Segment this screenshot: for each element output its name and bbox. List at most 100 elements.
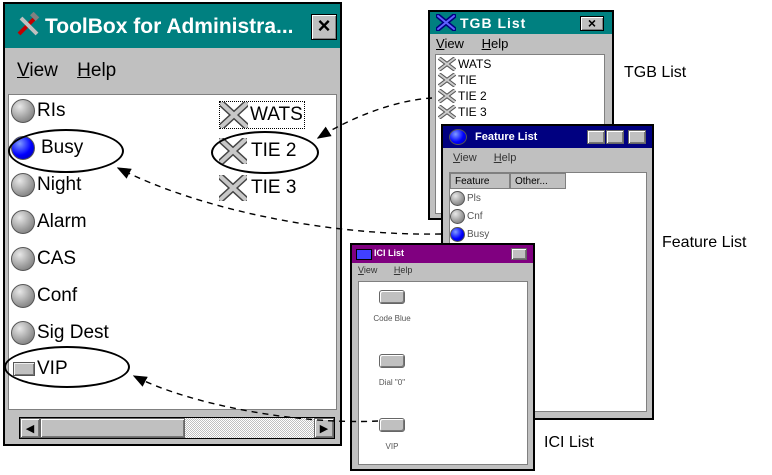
menu-help[interactable]: Help <box>77 60 116 82</box>
feature-led-icon <box>11 210 35 234</box>
close-button[interactable] <box>628 130 646 144</box>
tgb-menubar: View Help <box>436 36 612 51</box>
trunk-item-tie-3[interactable]: TIE 3 <box>217 173 297 203</box>
feature-list-item[interactable]: Busy <box>450 227 489 242</box>
feature-led-icon <box>11 173 35 197</box>
tie2-highlight-ring <box>211 131 319 174</box>
feature-led-icon <box>450 209 465 224</box>
caption-feature-list: Feature List <box>662 234 747 251</box>
feature-led-icon <box>11 99 35 123</box>
column-label: Other... <box>515 176 548 187</box>
tgb-item-label: TIE <box>458 73 477 87</box>
toolbox-menubar: View Help <box>17 60 340 82</box>
trunk-x-icon <box>437 56 457 72</box>
feature-led-icon <box>11 321 35 345</box>
tgb-item[interactable]: TIE <box>437 72 477 88</box>
trunk-item-wats[interactable]: WATS <box>218 100 305 130</box>
menu-help[interactable]: Help <box>494 152 517 164</box>
tgb-item[interactable]: TIE 3 <box>437 104 487 120</box>
column-header-feature[interactable]: Feature <box>450 173 510 189</box>
maximize-button[interactable] <box>606 130 624 144</box>
feature-item-conf[interactable]: Conf <box>11 284 77 308</box>
ici-menubar: View Help <box>358 265 533 275</box>
feature-item-ris[interactable]: RIs <box>11 99 66 123</box>
ici-button-label: VIP <box>385 442 399 451</box>
menu-help[interactable]: Help <box>394 265 413 275</box>
scroll-thumb[interactable] <box>40 418 185 438</box>
ici-button-dial-0[interactable]: Dial "0" <box>359 354 425 387</box>
tgb-item-label: TIE 3 <box>458 105 487 119</box>
menu-view[interactable]: View <box>358 265 377 275</box>
caption-ici-list: ICI List <box>544 434 594 451</box>
feature-label: Alarm <box>37 211 87 232</box>
ici-button-label: Dial "0" <box>378 378 406 387</box>
feature-list-title: Feature List <box>475 131 538 143</box>
column-header-other[interactable]: Other... <box>510 173 566 189</box>
feature-item-sig-dest[interactable]: Sig Dest <box>11 321 109 345</box>
feature-item-cas[interactable]: CAS <box>11 247 76 271</box>
toolbox-close-button[interactable]: × <box>311 14 337 40</box>
caption-tgb-list: TGB List <box>624 64 687 81</box>
tgb-title: TGB List <box>460 15 527 31</box>
feature-list-item[interactable]: Pls <box>450 191 481 206</box>
feature-list-item-label: Busy <box>467 229 490 240</box>
scroll-right-button[interactable]: ▶ <box>314 418 334 438</box>
ici-button-icon <box>379 354 405 368</box>
ici-button-vip[interactable]: VIP <box>359 418 425 451</box>
scroll-left-button[interactable]: ◀ <box>20 418 40 438</box>
feature-menubar: View Help <box>453 152 652 164</box>
menu-help[interactable]: Help <box>482 36 509 51</box>
feature-label: Night <box>37 174 82 195</box>
menu-view[interactable]: View <box>17 60 58 82</box>
trunk-x-icon <box>437 72 457 88</box>
ici-titlebar[interactable]: ICI List <box>352 245 533 263</box>
tgb-item[interactable]: WATS <box>437 56 492 72</box>
feature-led-icon <box>11 284 35 308</box>
trunk-x-icon <box>218 100 250 130</box>
ici-button-icon <box>379 290 405 304</box>
ici-list-content: Code Blue Dial "0" VIP <box>358 281 528 465</box>
feature-list-header: Feature Other... <box>450 173 566 189</box>
feature-label: Sig Dest <box>37 322 109 343</box>
tgb-item-label: WATS <box>458 57 492 71</box>
menu-view[interactable]: View <box>453 152 477 164</box>
trunk-x-icon <box>217 173 249 203</box>
ici-window-icon <box>356 249 372 260</box>
vip-highlight-ring <box>4 346 130 388</box>
feature-item-alarm[interactable]: Alarm <box>11 210 87 234</box>
trunk-label: TIE 3 <box>251 177 297 198</box>
trunk-x-icon <box>437 104 457 120</box>
feature-led-icon <box>11 247 35 271</box>
feature-item-night[interactable]: Night <box>11 173 81 197</box>
feature-label: CAS <box>37 248 77 269</box>
menu-view[interactable]: View <box>436 36 464 51</box>
trunk-label: WATS <box>250 104 303 125</box>
ici-list-window: ICI List View Help Code Blue Dial "0" VI… <box>350 243 535 471</box>
arrow-left-icon: ◀ <box>25 423 35 435</box>
ici-list-title: ICI List <box>374 248 405 258</box>
tgb-item-label: TIE 2 <box>458 89 487 103</box>
close-icon: × <box>587 15 597 31</box>
tgb-close-button[interactable]: × <box>580 16 604 31</box>
ici-button-label: Code Blue <box>373 314 411 323</box>
minimize-button[interactable] <box>587 130 605 144</box>
toolbox-title: ToolBox for Administra... <box>45 15 294 38</box>
tgb-item[interactable]: TIE 2 <box>437 88 487 104</box>
trunk-x-icon <box>437 88 457 104</box>
window-controls <box>587 130 646 144</box>
ici-close-button[interactable] <box>511 248 527 260</box>
ici-button-icon <box>379 418 405 432</box>
trunk-x-icon <box>435 13 457 34</box>
feature-list-item[interactable]: Cnf <box>450 209 483 224</box>
feature-label: RIs <box>37 100 66 121</box>
arrow-right-icon: ▶ <box>319 423 329 435</box>
busy-highlight-ring <box>8 129 124 173</box>
feature-label: Conf <box>37 285 78 306</box>
ici-button-code-blue[interactable]: Code Blue <box>359 290 425 323</box>
tools-icon <box>15 11 41 38</box>
toolbox-titlebar[interactable]: ToolBox for Administra... <box>5 4 340 48</box>
close-icon: × <box>317 13 331 38</box>
feature-led-active-icon <box>450 227 465 242</box>
horizontal-scrollbar[interactable]: ◀ ▶ <box>19 417 335 439</box>
feature-list-item-label: Cnf <box>467 211 483 222</box>
